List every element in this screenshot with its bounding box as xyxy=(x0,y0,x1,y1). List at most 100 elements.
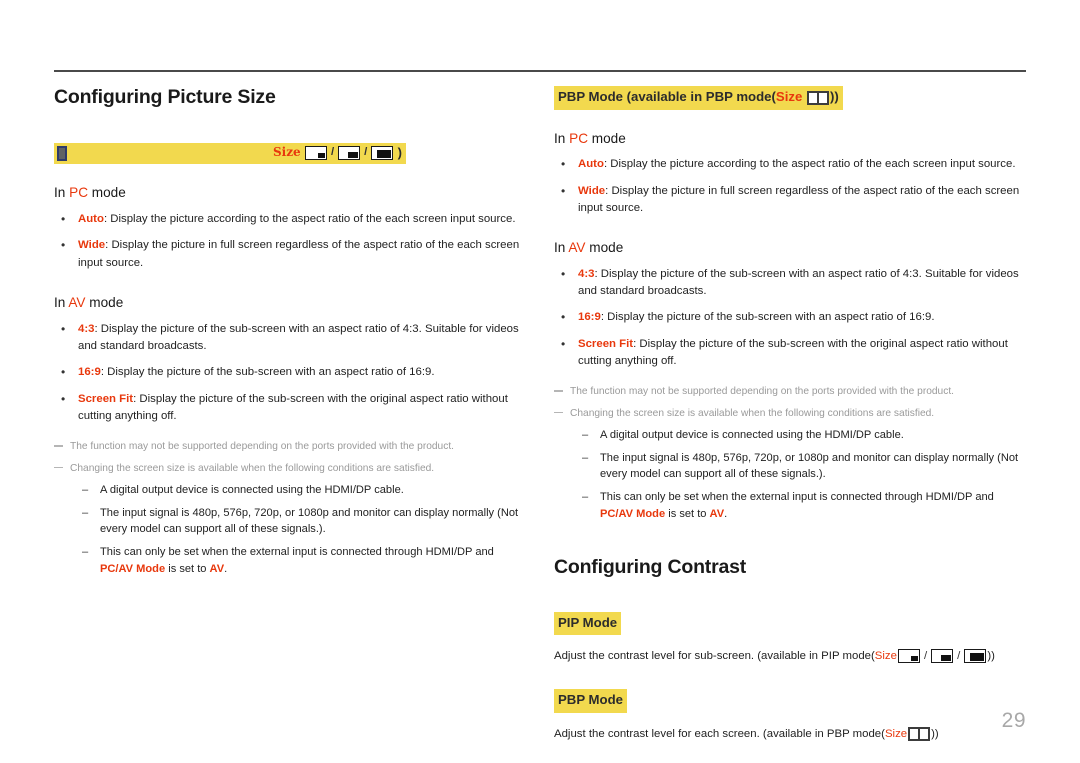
pbp-contrast-description: Adjust the contrast level for each scree… xyxy=(554,725,1026,743)
condition-post: . xyxy=(724,507,728,520)
right-av-bullet-list: 4:3: Display the picture of the sub-scre… xyxy=(554,265,1026,371)
condition-accent-pcav: PC/AV Mode xyxy=(600,507,666,520)
pip-small-icon xyxy=(897,649,920,664)
left-conditions-list: A digital output device is connected usi… xyxy=(54,482,526,577)
av-heading-post: mode xyxy=(585,240,624,256)
pip-large-icon xyxy=(964,649,987,664)
list-item: Screen Fit: Display the picture of the s… xyxy=(54,390,526,426)
list-item: 16:9: Display the picture of the sub-scr… xyxy=(554,308,1026,327)
list-item: Auto: Display the picture according to t… xyxy=(54,210,526,229)
page-title: Configuring Picture Size xyxy=(54,86,276,108)
condition-pre: This can only be set when the external i… xyxy=(600,490,994,503)
pc-heading-post: mode xyxy=(588,130,626,146)
bullet-term: 4:3 xyxy=(78,322,95,335)
list-item: Auto: Display the picture according to t… xyxy=(554,155,1026,174)
pip-medium-icon xyxy=(931,649,954,664)
left-column: Configuring Picture Size Size / / ) In P… xyxy=(54,86,526,583)
left-av-bullet-list: 4:3: Display the picture of the sub-scre… xyxy=(54,320,526,426)
bullet-term: 16:9 xyxy=(78,366,101,379)
list-item: The input signal is 480p, 576p, 720p, or… xyxy=(580,450,1026,483)
list-item: 4:3: Display the picture of the sub-scre… xyxy=(554,265,1026,301)
condition-mid: is set to xyxy=(665,507,710,520)
bullet-term: Screen Fit xyxy=(78,392,134,405)
pc-heading-pre: In xyxy=(54,185,70,201)
icon-separator: / xyxy=(923,650,928,663)
pip-medium-icon xyxy=(338,145,361,160)
list-item: Screen Fit: Display the picture of the s… xyxy=(554,335,1026,371)
pbp-desc-post: )) xyxy=(931,727,939,740)
size-label: Size xyxy=(874,650,897,663)
right-pc-mode-heading: In PC mode xyxy=(554,130,1026,148)
page-number: 29 xyxy=(1001,709,1026,732)
pbp-mode-label: PBP Mode xyxy=(554,689,627,713)
pbp-split-icon xyxy=(806,90,829,105)
bullet-desc: : Display the picture of the sub-screen … xyxy=(78,322,519,353)
bullet-term: Auto xyxy=(78,213,104,226)
bullet-desc: : Display the picture of the sub-screen … xyxy=(78,392,508,423)
pc-heading-accent: PC xyxy=(569,130,589,146)
condition-mid: is set to xyxy=(165,562,210,575)
pbp-split-icon xyxy=(908,727,931,742)
list-item: 16:9: Display the picture of the sub-scr… xyxy=(54,363,526,382)
pip-size-icon-group: / / xyxy=(304,145,394,160)
list-item: The input signal is 480p, 576p, 720p, or… xyxy=(80,505,526,538)
pip-large-icon xyxy=(371,145,394,160)
list-item: This can only be set when the external i… xyxy=(80,544,526,577)
note-row: Changing the screen size is available wh… xyxy=(54,461,526,476)
list-item: 4:3: Display the picture of the sub-scre… xyxy=(54,320,526,356)
missing-glyph-icon xyxy=(57,146,67,162)
right-column: PBP Mode (available in PBP mode(Size )) … xyxy=(554,86,1026,743)
left-pc-mode-heading: In PC mode xyxy=(54,184,526,202)
note-row: The function may not be supported depend… xyxy=(54,439,526,454)
pip-contrast-description: Adjust the contrast level for sub-screen… xyxy=(554,647,1026,665)
bullet-term: 4:3 xyxy=(578,267,595,280)
bullet-desc: : Display the picture of the sub-screen … xyxy=(600,311,935,324)
pbp-banner-pre: PBP Mode (available in PBP mode( xyxy=(558,89,776,104)
condition-accent-pcav: PC/AV Mode xyxy=(100,562,166,575)
condition-accent-av: AV xyxy=(209,562,225,575)
pc-heading-post: mode xyxy=(88,185,126,201)
pc-heading-accent: PC xyxy=(69,185,89,201)
av-heading-pre: In xyxy=(54,295,69,311)
condition-post: . xyxy=(224,562,228,575)
right-notes: The function may not be supported depend… xyxy=(554,384,1026,522)
bullet-desc: : Display the picture in full screen reg… xyxy=(578,184,1020,214)
size-label: Size xyxy=(775,89,803,104)
av-heading-pre: In xyxy=(554,240,569,256)
bullet-term: Wide xyxy=(578,184,606,197)
size-label: Size xyxy=(884,727,908,740)
condition-pre: This can only be set when the external i… xyxy=(100,545,494,558)
contrast-title: Configuring Contrast xyxy=(554,556,747,579)
pip-desc-post: )) xyxy=(987,650,995,663)
pc-heading-pre: In xyxy=(554,130,570,146)
right-conditions-list: A digital output device is connected usi… xyxy=(554,427,1026,522)
banner-close-paren: ) xyxy=(397,145,402,161)
note-row: Changing the screen size is available wh… xyxy=(554,406,1026,421)
right-av-mode-heading: In AV mode xyxy=(554,239,1026,257)
icon-separator: / xyxy=(331,146,335,159)
left-notes: The function may not be supported depend… xyxy=(54,439,526,577)
size-label: Size xyxy=(273,145,301,160)
bullet-desc: : Display the picture of the sub-screen … xyxy=(578,337,1008,368)
pip-mode-label: PIP Mode xyxy=(554,611,622,636)
av-heading-post: mode xyxy=(85,295,124,311)
note-row: The function may not be supported depend… xyxy=(554,384,1026,399)
pbp-banner-post: )) xyxy=(829,89,839,104)
bullet-desc: : Display the picture in full screen reg… xyxy=(78,239,520,269)
list-item: Wide: Display the picture in full screen… xyxy=(54,236,526,272)
icon-separator: / xyxy=(364,146,368,159)
pbp-desc-pre: Adjust the contrast level for each scree… xyxy=(554,727,885,740)
av-heading-accent: AV xyxy=(68,295,86,311)
bullet-desc: : Display the picture according to the a… xyxy=(603,158,1016,171)
list-item: A digital output device is connected usi… xyxy=(580,427,1026,444)
bullet-desc: : Display the picture of the sub-screen … xyxy=(100,366,435,379)
list-item: A digital output device is connected usi… xyxy=(80,482,526,499)
pip-small-icon xyxy=(305,145,327,160)
right-pc-bullet-list: Auto: Display the picture according to t… xyxy=(554,155,1026,217)
bullet-desc: : Display the picture of the sub-screen … xyxy=(578,267,1019,298)
left-av-mode-heading: In AV mode xyxy=(54,294,526,312)
picture-size-banner: Size / / ) xyxy=(54,143,406,165)
list-item: This can only be set when the external i… xyxy=(580,489,1026,522)
pip-desc-pre: Adjust the contrast level for sub-screen… xyxy=(554,650,875,663)
bullet-term: 16:9 xyxy=(578,311,601,324)
